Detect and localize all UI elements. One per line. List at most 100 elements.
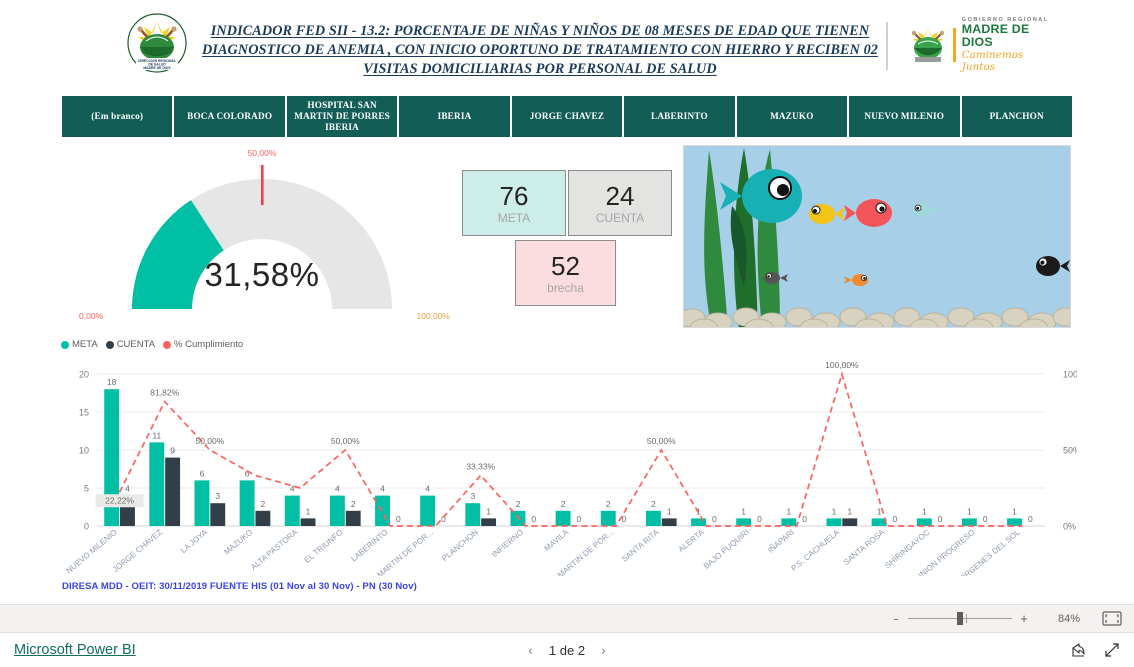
bar-value-label: 1 xyxy=(741,506,746,516)
legend-label: % Cumplimiento xyxy=(174,339,244,350)
bar-meta[interactable] xyxy=(645,510,661,526)
legend-item-0[interactable]: META xyxy=(61,339,98,350)
previous-page-button[interactable]: ‹ xyxy=(528,642,533,658)
bar-meta[interactable] xyxy=(826,518,842,526)
bar-meta[interactable] xyxy=(329,495,345,526)
fullscreen-icon[interactable] xyxy=(1104,642,1120,658)
x-axis-label: PLANCHON xyxy=(440,527,480,563)
gore-logo-line-3: Caminemos Juntos xyxy=(961,49,1024,73)
bar-value-label: 9 xyxy=(170,446,175,456)
kpi-cards: 76 META 24 CUENTA 52 brecha xyxy=(462,170,677,310)
page-indicator: 1 de 2 xyxy=(548,642,586,658)
bar-value-label: 0 xyxy=(983,514,988,524)
bar-value-label: 0 xyxy=(802,514,807,524)
kpi-card-meta[interactable]: 76 META xyxy=(462,170,566,236)
bar-meta[interactable] xyxy=(1007,518,1022,526)
bar-meta[interactable] xyxy=(961,518,977,526)
bar-value-label: 1 xyxy=(486,506,491,516)
y-axis-tick: 10 xyxy=(79,446,89,456)
slicer-tab-5[interactable]: LABERINTO xyxy=(624,96,737,137)
bar-value-label: 2 xyxy=(516,499,521,509)
bar-cuenta[interactable] xyxy=(255,510,271,526)
zoom-in-button[interactable]: + xyxy=(1016,611,1032,626)
zoom-slider[interactable] xyxy=(908,612,1012,625)
bar-value-label: 2 xyxy=(606,499,611,509)
slicer-tab-2[interactable]: HOSPITAL SAN MARTIN DE PORRES IBERIA xyxy=(286,96,400,137)
bar-meta[interactable] xyxy=(284,495,300,526)
x-axis-label: SAN MARTIN DE POR... xyxy=(542,528,616,576)
bar-value-label: 0 xyxy=(757,514,762,524)
slicer-tab-8[interactable]: PLANCHON xyxy=(961,96,1072,137)
bar-meta[interactable] xyxy=(239,480,255,526)
bar-cuenta[interactable] xyxy=(210,503,226,526)
kpi-brecha-label: brecha xyxy=(547,280,584,295)
y2-axis-tick: 50% xyxy=(1063,446,1077,456)
bar-value-label: 1 xyxy=(667,506,672,516)
zoom-slider-tick xyxy=(966,614,967,623)
y-axis-tick: 0 xyxy=(84,522,89,532)
svg-text:MADRE DE DIOS: MADRE DE DIOS xyxy=(143,66,171,70)
zoom-slider-thumb[interactable] xyxy=(957,612,963,625)
fit-to-page-icon[interactable] xyxy=(1102,611,1122,626)
bar-cuenta[interactable] xyxy=(345,510,361,526)
bar-value-label: 1 xyxy=(832,506,837,516)
bar-meta[interactable] xyxy=(781,518,797,526)
bar-value-label: 1 xyxy=(922,506,927,516)
zoom-out-button[interactable]: - xyxy=(888,611,904,626)
kpi-brecha-value: 52 xyxy=(551,250,580,281)
bar-meta[interactable] xyxy=(375,495,390,526)
bar-value-label: 2 xyxy=(651,499,656,509)
source-note: DIRESA MDD - OEIT: 30/11/2019 FUENTE HIS… xyxy=(62,581,417,592)
meta-cuenta-combo-chart[interactable]: METACUENTA% Cumplimiento 051015200%50%10… xyxy=(55,336,1086,592)
share-icon[interactable] xyxy=(1070,642,1086,658)
gauge-value: 31,58% xyxy=(204,256,320,293)
bar-value-label: 4 xyxy=(425,484,430,494)
gore-logo-line-2: MADRE DE DIOS xyxy=(961,22,1030,49)
slicer-tab-0[interactable]: (Em branco) xyxy=(62,96,175,137)
x-axis-label: EL TRIUNFO xyxy=(303,528,345,565)
kpi-card-brecha[interactable]: 52 brecha xyxy=(515,240,616,306)
bar-meta[interactable] xyxy=(194,480,210,526)
bar-value-label: 1 xyxy=(967,506,972,516)
x-axis-label: MAVILA xyxy=(542,527,570,553)
cumplimiento-gauge[interactable]: 50,00% 31,58% 0,00% 100,00% xyxy=(62,148,462,326)
bar-cuenta[interactable] xyxy=(165,457,181,526)
bar-meta[interactable] xyxy=(600,510,616,526)
bar-meta[interactable] xyxy=(736,518,752,526)
slicer-tab-3[interactable]: IBERIA xyxy=(399,96,512,137)
slicer-tab-7[interactable]: NUEVO MILENIO xyxy=(849,96,962,137)
y-axis-tick: 20 xyxy=(79,370,89,380)
bar-meta[interactable] xyxy=(420,495,436,526)
slicer-tab-1[interactable]: BOCA COLORADO xyxy=(174,96,287,137)
bar-cuenta[interactable] xyxy=(842,518,858,526)
x-axis-label: LABERINTO xyxy=(349,528,389,564)
power-bi-report-viewer: DIRECCION REGIONAL DE SALUD MADRE DE DIO… xyxy=(0,0,1134,667)
x-axis-label: BAJO PUQUIRI xyxy=(702,528,751,571)
report-title: INDICADOR FED SII - 13.2: PORCENTAJE DE … xyxy=(200,22,880,79)
bar-cuenta[interactable] xyxy=(300,518,316,526)
bar-meta[interactable] xyxy=(465,503,481,526)
bar-value-label: 1 xyxy=(786,506,791,516)
bar-meta[interactable] xyxy=(555,510,571,526)
x-axis-label: SANTA RITA xyxy=(620,527,661,564)
legend-item-2[interactable]: % Cumplimiento xyxy=(163,339,243,350)
report-title-line-3: VISITAS DOMICILIARIAS POR PERSONAL DE SA… xyxy=(363,61,717,77)
gore-logo-rule xyxy=(953,28,956,62)
bar-value-label: 6 xyxy=(200,468,205,478)
next-page-button[interactable]: › xyxy=(601,642,606,658)
bar-value-label: 0 xyxy=(893,514,898,524)
bar-meta[interactable] xyxy=(916,518,932,526)
kpi-card-cuenta[interactable]: 24 CUENTA xyxy=(568,170,672,236)
bar-meta[interactable] xyxy=(691,518,706,526)
slicer-tab-4[interactable]: JORGE CHAVEZ xyxy=(511,96,625,137)
slicer-tab-6[interactable]: MAZUKO xyxy=(736,96,850,137)
bar-meta[interactable] xyxy=(149,442,165,526)
establecimiento-slicer[interactable]: (Em branco) BOCA COLORADO HOSPITAL SAN MAR… xyxy=(62,96,1072,137)
legend-item-1[interactable]: CUENTA xyxy=(105,339,155,350)
gauge-min-label: 0,00% xyxy=(79,311,104,321)
bar-cuenta[interactable] xyxy=(481,518,497,526)
y2-axis-tick: 100% xyxy=(1063,370,1077,380)
bar-cuenta[interactable] xyxy=(661,518,677,526)
x-axis-label: ALERTA xyxy=(677,527,707,554)
legend-swatch-icon xyxy=(61,340,69,349)
